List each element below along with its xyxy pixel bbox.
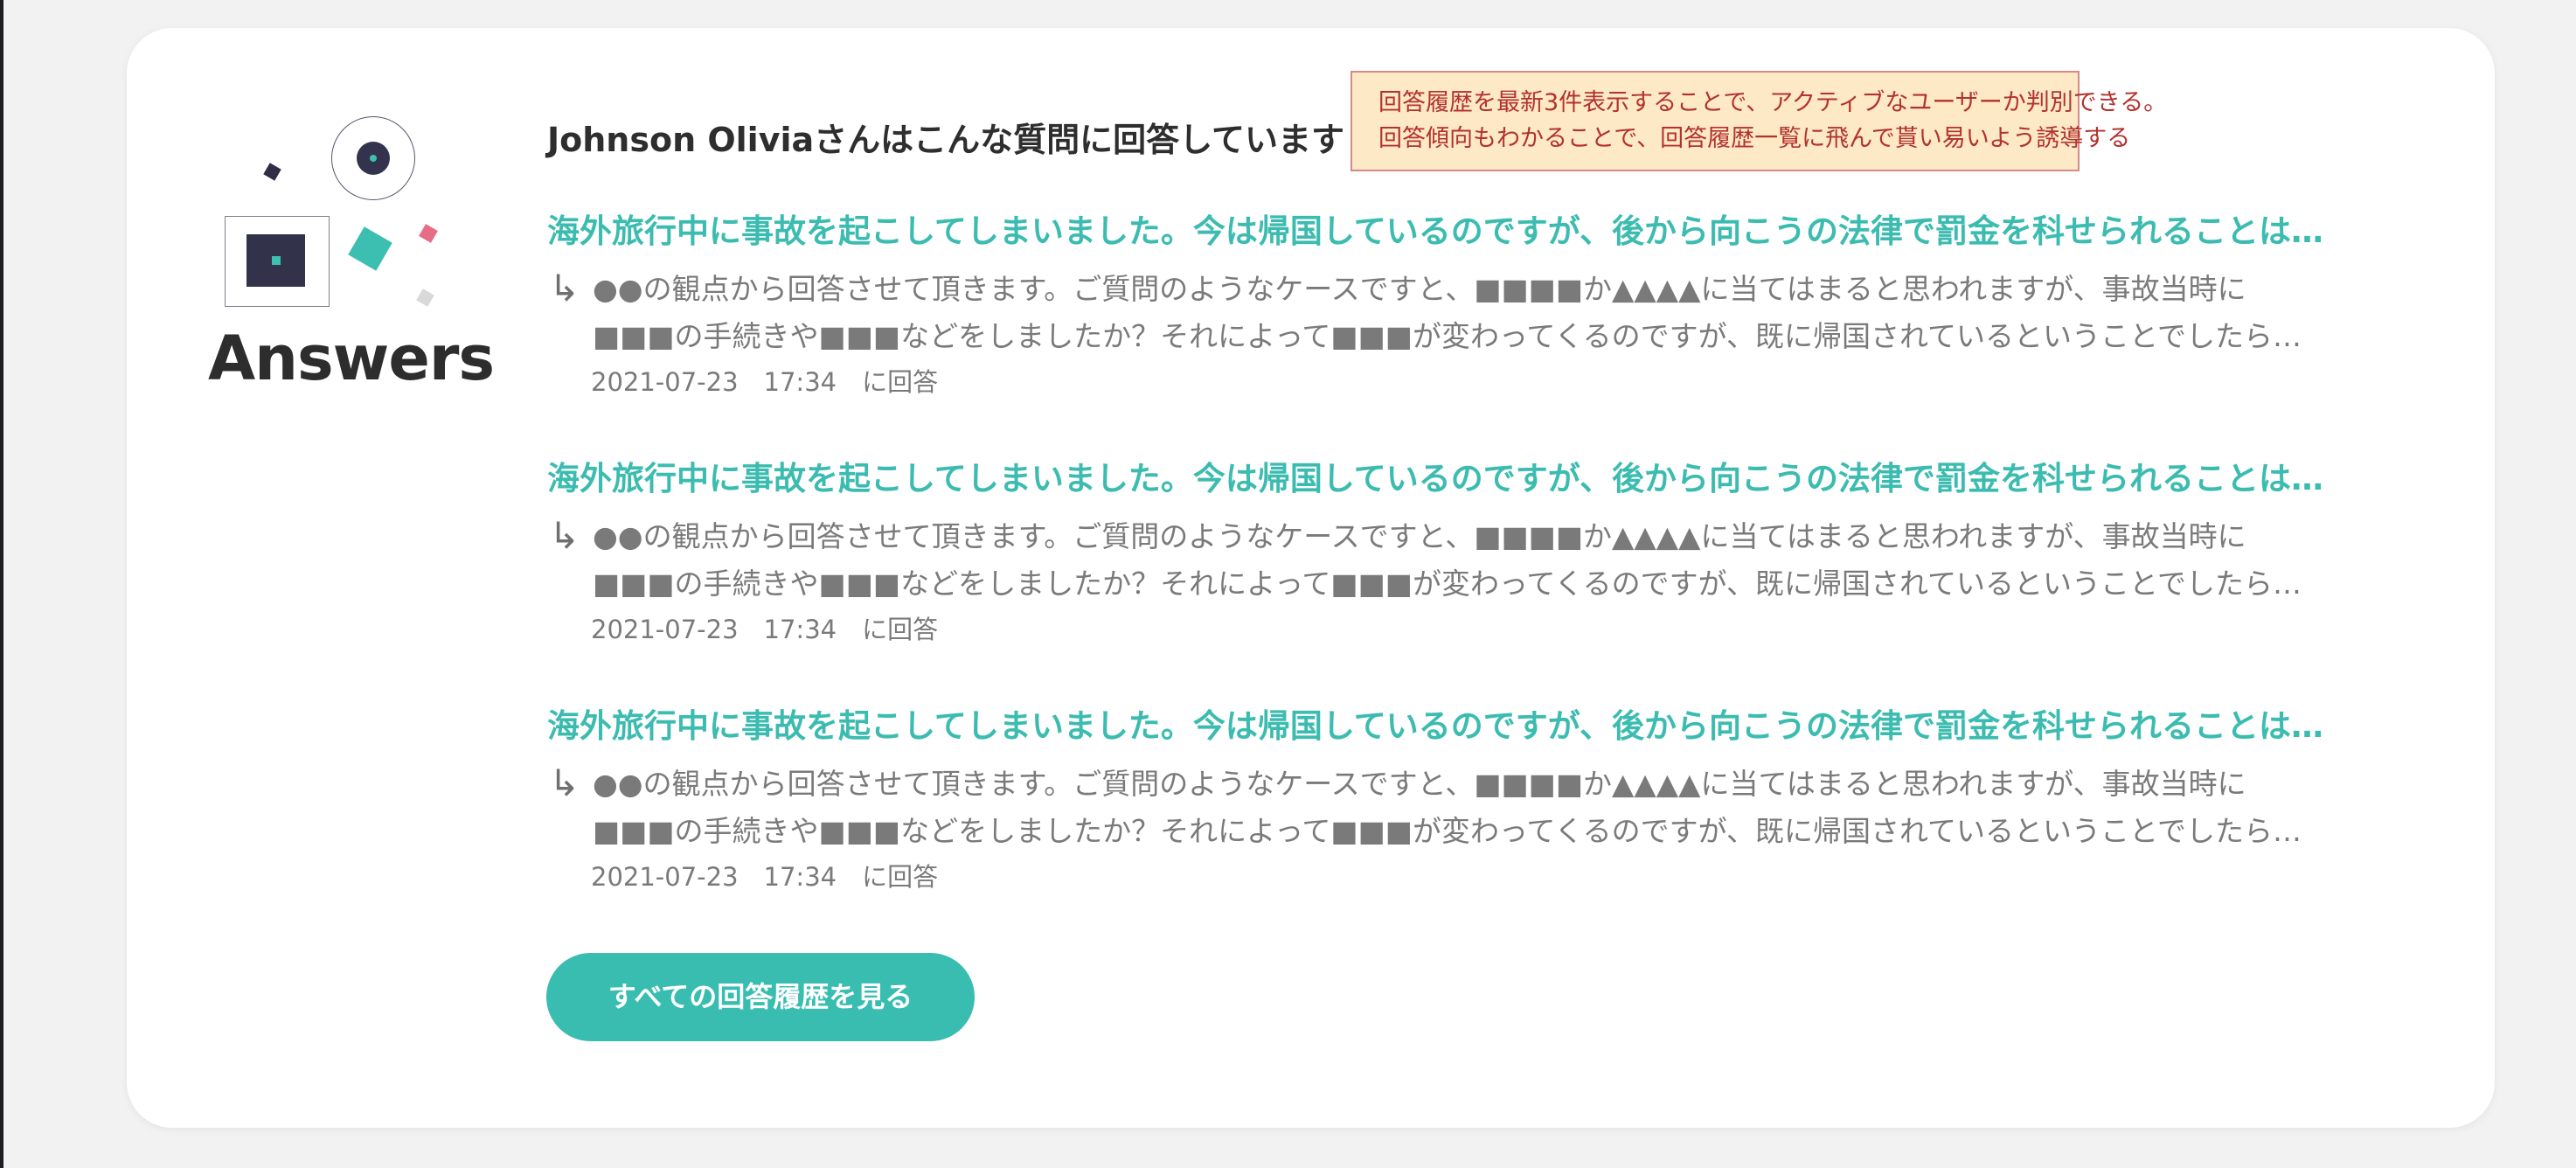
target-circle-dot bbox=[370, 155, 377, 162]
answer-excerpt-line: ●●の観点から回答させて頂きます。ご質問のようなケースですと、■■■■か▲▲▲▲… bbox=[593, 767, 2246, 801]
square-frame-dot bbox=[272, 256, 281, 265]
answer-excerpt: ●●の観点から回答させて頂きます。ご質問のようなケースですと、■■■■か▲▲▲▲… bbox=[593, 761, 2376, 855]
answer-timestamp: 2021-07-23 17:34 に回答 bbox=[591, 615, 939, 644]
answer-excerpt: ●●の観点から回答させて頂きます。ご質問のようなケースですと、■■■■か▲▲▲▲… bbox=[593, 513, 2376, 608]
reply-arrow-icon: ↳ bbox=[549, 514, 580, 557]
answer-item: 海外旅行中に事故を起こしてしまいました。今は帰国しているのですが、後から向こうの… bbox=[547, 705, 2383, 914]
pink-diamond-shape bbox=[419, 224, 438, 243]
annotation-line: 回答傾向もわかることで、回答履歴一覧に飛んで貰い易いよう誘導する bbox=[1378, 125, 2131, 152]
target-circle-core bbox=[357, 142, 390, 175]
target-circle-shape bbox=[331, 116, 415, 200]
answer-timestamp: 2021-07-23 17:34 に回答 bbox=[591, 862, 939, 892]
answers-illustration bbox=[219, 109, 455, 319]
answer-item: 海外旅行中に事故を起こしてしまいました。今は帰国しているのですが、後から向こうの… bbox=[547, 457, 2383, 667]
answer-excerpt-line: ●●の観点から回答させて頂きます。ご質問のようなケースですと、■■■■か▲▲▲▲… bbox=[593, 519, 2246, 553]
grey-diamond-shape bbox=[416, 289, 434, 307]
answer-excerpt-line: ■■■の手続きや■■■などをしましたか？それによって■■■が変わってくるのですが… bbox=[593, 319, 2302, 353]
teal-diamond-shape bbox=[348, 226, 392, 271]
answer-excerpt-line: ■■■の手続きや■■■などをしましたか？それによって■■■が変わってくるのですが… bbox=[593, 567, 2302, 601]
answers-logo-title: Answers bbox=[208, 323, 495, 394]
answer-question-link[interactable]: 海外旅行中に事故を起こしてしまいました。今は帰国しているのですが、後から向こうの… bbox=[547, 457, 2339, 501]
annotation-note: 回答履歴を最新3件表示することで、アクティブなユーザーか判別できる。 回答傾向も… bbox=[1350, 71, 2168, 171]
answer-question-link[interactable]: 海外旅行中に事故を起こしてしまいました。今は帰国しているのですが、後から向こうの… bbox=[547, 705, 2339, 748]
answer-excerpt: ●●の観点から回答させて頂きます。ご質問のようなケースですと、■■■■か▲▲▲▲… bbox=[593, 266, 2376, 360]
square-frame-core bbox=[246, 234, 305, 287]
annotation-line: 回答履歴を最新3件表示することで、アクティブなユーザーか判別できる。 bbox=[1378, 89, 2168, 116]
square-frame-shape bbox=[225, 216, 330, 307]
answer-excerpt-line: ●●の観点から回答させて頂きます。ご質問のようなケースですと、■■■■か▲▲▲▲… bbox=[593, 272, 2246, 306]
view-all-answers-button[interactable]: すべての回答履歴を見る bbox=[546, 953, 975, 1041]
reply-arrow-icon: ↳ bbox=[549, 267, 580, 309]
answer-timestamp: 2021-07-23 17:34 に回答 bbox=[591, 367, 939, 397]
reply-arrow-icon: ↳ bbox=[549, 761, 580, 804]
page-title: Johnson Oliviaさんはこんな質問に回答しています bbox=[547, 121, 1345, 159]
answer-excerpt-line: ■■■の手続きや■■■などをしましたか？それによって■■■が変わってくるのですが… bbox=[593, 814, 2302, 848]
answer-item: 海外旅行中に事故を起こしてしまいました。今は帰国しているのですが、後から向こうの… bbox=[547, 210, 2383, 420]
dark-diamond-shape bbox=[263, 163, 281, 181]
window-edge bbox=[0, 0, 3, 1168]
answer-question-link[interactable]: 海外旅行中に事故を起こしてしまいました。今は帰国しているのですが、後から向こうの… bbox=[547, 210, 2339, 254]
